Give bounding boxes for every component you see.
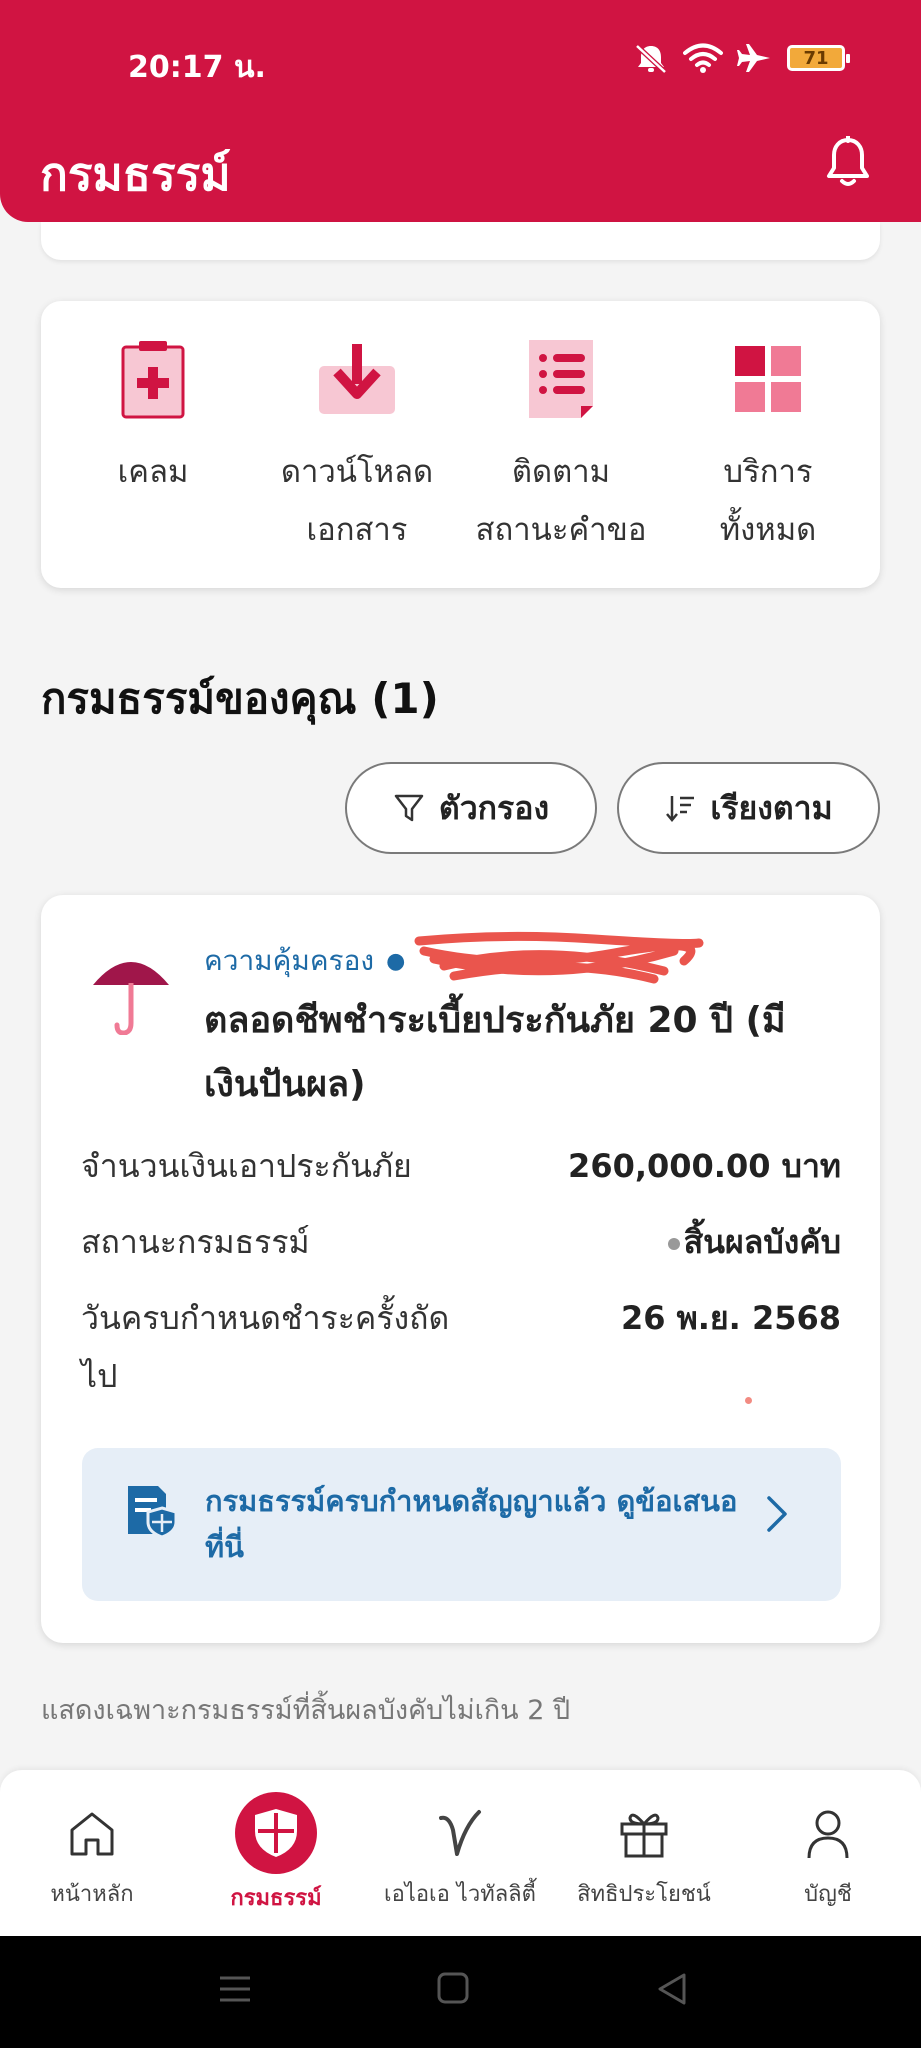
filter-button[interactable]: ตัวกรอง <box>345 762 597 854</box>
policy-name: ตลอดชีพชำระเบี้ยประกันภัย 20 ปี (มีเงินป… <box>204 1000 786 1105</box>
shield-icon <box>255 1809 297 1857</box>
quick-action-claim[interactable]: เคลม <box>53 337 253 501</box>
gift-icon <box>620 1813 668 1858</box>
row-label: วันครบกำหนดชำระครั้งถัดไป <box>81 1299 450 1395</box>
sort-label: เรียงตาม <box>710 788 833 827</box>
nav-label: บัญชี <box>804 1882 852 1907</box>
quick-action-label: ติดตาม <box>511 454 611 490</box>
nav-account[interactable]: บัญชี <box>736 1770 920 1936</box>
chevron-right-icon <box>767 1496 787 1532</box>
coverage-line: ความคุ้มครอง ● <box>204 939 405 983</box>
nav-active-indicator <box>235 1792 317 1874</box>
quick-action-label: เคลม <box>117 454 189 490</box>
next-due-date-row: วันครบกำหนดชำระครั้งถัดไป 26 พ.ย. 2568 <box>81 1289 841 1405</box>
wifi-icon <box>683 43 723 73</box>
notification-bell-icon[interactable] <box>825 136 871 188</box>
sum-insured-row: จำนวนเงินเอาประกันภัย 260,000.00 บาท <box>81 1137 841 1195</box>
sort-button[interactable]: เรียงตาม <box>617 762 880 854</box>
section-title: กรมธรรม์ของคุณ (1) <box>41 674 439 723</box>
airplane-icon <box>737 44 770 72</box>
filter-funnel-icon <box>394 794 424 822</box>
quick-action-download[interactable]: ดาวน์โหลด เอกสาร <box>257 337 457 559</box>
download-icon <box>319 344 395 414</box>
row-value: 26 พ.ย. 2568 <box>620 1299 841 1337</box>
redaction-scribble <box>414 931 704 984</box>
footnote: แสดงเฉพาะกรมธรรม์ที่สิ้นผลบังคับไม่เกิน … <box>41 1695 571 1726</box>
quick-action-label: ทั้งหมด <box>719 512 817 548</box>
app-header: 20:17 น. 71 กรมธรรม์ <box>0 0 921 222</box>
back-button-icon[interactable] <box>656 1972 688 2006</box>
nav-label: กรมธรรม์ <box>230 1886 322 1911</box>
policy-status-row: สถานะกรมธรรม์ สิ้นผลบังคับ <box>81 1213 841 1271</box>
claim-clipboard-icon <box>121 341 185 419</box>
separator-dot: ● <box>386 948 406 974</box>
maturity-offer-banner[interactable]: กรมธรรม์ครบกำหนดสัญญาแล้ว ดูข้อเสนอที่นี… <box>82 1448 841 1601</box>
previous-card-edge <box>41 222 880 260</box>
home-icon <box>70 1812 114 1856</box>
nav-vitality[interactable]: เอไอเอ ไวทัลลิตี้ <box>368 1770 552 1936</box>
nav-home[interactable]: หน้าหลัก <box>0 1770 184 1936</box>
decorative-dot <box>745 1397 752 1404</box>
row-label: จำนวนเงินเอาประกันภัย <box>81 1147 412 1185</box>
nav-label: เอไอเอ ไวทัลลิตี้ <box>384 1882 536 1907</box>
system-navigation-bar <box>0 1936 921 2048</box>
notice-text: กรมธรรม์ครบกำหนดสัญญาแล้ว ดูข้อเสนอที่นี… <box>205 1484 738 1564</box>
umbrella-icon <box>93 962 169 1035</box>
quick-action-label: สถานะคำขอ <box>475 512 647 548</box>
mute-icon <box>635 44 667 74</box>
bottom-navigation: หน้าหลัก กรมธรรม์ เอไอเอ ไวทัลลิตี้ สิทธ… <box>0 1770 921 1936</box>
quick-action-label: เอกสาร <box>306 512 408 548</box>
document-shield-icon <box>128 1486 178 1538</box>
sort-icon <box>666 796 695 822</box>
home-button-icon[interactable] <box>437 1972 469 2004</box>
grid-icon <box>735 346 801 412</box>
recent-apps-icon[interactable] <box>218 1972 252 2006</box>
coverage-label: ความคุ้มครอง <box>204 944 375 977</box>
nav-benefits[interactable]: สิทธิประโยชน์ <box>552 1770 736 1936</box>
quick-actions-card: เคลม ดาวน์โหลด เอกสาร ติดตาม สถานะคำขอ บ… <box>41 301 880 588</box>
account-icon <box>807 1810 849 1859</box>
quick-action-track-request[interactable]: ติดตาม สถานะคำขอ <box>461 337 661 559</box>
status-dot <box>667 1238 680 1250</box>
nav-label: หน้าหลัก <box>50 1882 134 1907</box>
status-badge: สิ้นผลบังคับ <box>667 1213 841 1271</box>
row-label: สถานะกรมธรรม์ <box>81 1223 310 1261</box>
battery-icon: 71 <box>787 45 850 71</box>
policy-card[interactable]: ความคุ้มครอง ● ตลอดชีพชำระเบี้ยประกันภัย… <box>41 895 880 1643</box>
nav-label: สิทธิประโยชน์ <box>577 1882 711 1907</box>
document-list-icon <box>529 340 593 418</box>
row-value: สิ้นผลบังคับ <box>683 1223 841 1261</box>
quick-action-label: ดาวน์โหลด <box>280 454 434 490</box>
quick-action-all-services[interactable]: บริการ ทั้งหมด <box>668 337 868 559</box>
nav-policy[interactable]: กรมธรรม์ <box>184 1770 368 1936</box>
vitality-check-icon <box>439 1810 481 1856</box>
filter-label: ตัวกรอง <box>438 788 550 827</box>
quick-action-label: บริการ <box>723 454 813 490</box>
row-value: 260,000.00 บาท <box>568 1147 841 1185</box>
status-icons: 71 <box>633 42 850 74</box>
status-time: 20:17 น. <box>128 50 266 85</box>
page-title: กรมธรรม์ <box>40 147 231 201</box>
